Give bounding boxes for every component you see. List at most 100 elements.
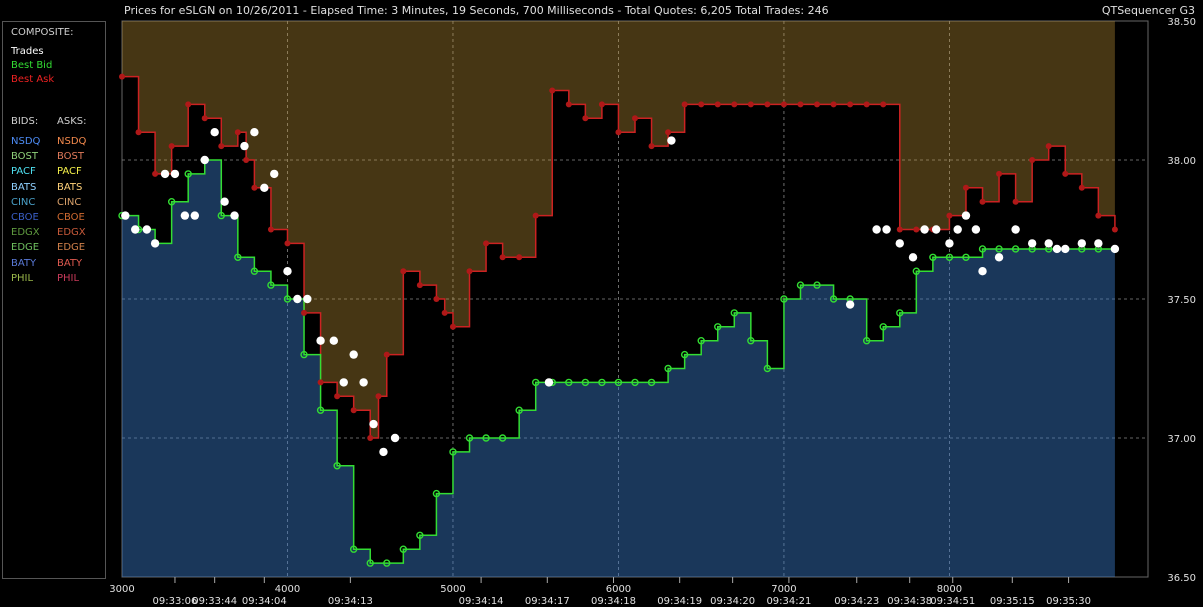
best-ask-point: [400, 268, 407, 275]
x-tick-label: 7000: [771, 584, 796, 595]
trade-point: [270, 169, 279, 179]
y-tick-label: 38.50: [1167, 17, 1196, 28]
trade-point: [180, 211, 190, 220]
best-ask-point: [615, 129, 622, 136]
trade-point: [390, 433, 400, 443]
trade-point: [339, 378, 348, 387]
trade-point: [953, 225, 962, 234]
best-ask-point: [119, 73, 125, 80]
best-ask-point: [863, 101, 870, 108]
best-ask-point: [764, 101, 771, 108]
best-ask-point: [797, 101, 804, 108]
trade-point: [142, 225, 152, 234]
best-ask-point: [301, 309, 308, 316]
time-label: 09:34:51: [930, 596, 975, 607]
trade-point: [200, 155, 209, 165]
best-ask-point: [350, 407, 357, 414]
time-label: 09:33:06: [152, 596, 197, 607]
best-ask-point: [681, 101, 688, 108]
best-ask-point: [830, 101, 837, 108]
best-ask-point: [1062, 170, 1069, 177]
trade-point: [349, 350, 358, 359]
time-label: 09:33:44: [192, 596, 237, 607]
best-ask-point: [441, 309, 448, 316]
time-label: 09:34:14: [459, 596, 504, 607]
time-label: 09:35:30: [1046, 596, 1091, 607]
trade-point: [250, 128, 259, 137]
best-ask-point: [780, 101, 787, 108]
best-ask-point: [375, 393, 382, 400]
trade-point: [1110, 244, 1120, 254]
best-ask-point: [218, 143, 225, 150]
y-tick-label: 37.00: [1167, 434, 1196, 445]
best-ask-point: [731, 101, 738, 108]
trade-point: [971, 225, 981, 234]
time-label: 09:34:23: [834, 596, 879, 607]
trade-point: [544, 378, 554, 387]
trade-point: [1094, 239, 1103, 248]
best-ask-point: [1095, 212, 1102, 219]
trade-point: [260, 183, 269, 192]
best-ask-point: [284, 240, 291, 247]
best-ask-point: [665, 129, 672, 136]
trade-point: [872, 225, 881, 234]
best-ask-point: [168, 143, 175, 150]
best-ask-point: [317, 379, 324, 386]
y-tick-label: 36.50: [1167, 573, 1196, 584]
trade-point: [667, 136, 676, 145]
trade-point: [316, 336, 325, 345]
x-tick-label: 6000: [606, 584, 631, 595]
best-ask-point: [449, 323, 456, 330]
best-ask-point: [814, 101, 821, 108]
trade-point: [190, 211, 200, 220]
trade-point: [210, 128, 219, 137]
y-tick-label: 37.50: [1167, 295, 1196, 306]
x-tick-label: 5000: [440, 584, 465, 595]
best-ask-point: [383, 351, 390, 358]
best-ask-point: [201, 115, 208, 122]
trade-point: [369, 419, 378, 429]
best-ask-point: [979, 198, 986, 205]
trade-point: [961, 211, 971, 220]
trade-point: [908, 253, 918, 262]
best-ask-point: [714, 101, 721, 108]
price-chart: 36.50 37.00 37.50 38.00 38.50 3000 4000 5000 600…: [109, 17, 1196, 607]
best-ask-point: [433, 296, 440, 302]
trade-point: [1011, 225, 1020, 234]
best-ask-point: [1029, 157, 1036, 163]
best-ask-point: [582, 115, 589, 122]
best-ask-point: [152, 170, 159, 177]
time-label: 09:34:20: [710, 596, 755, 607]
trade-point: [882, 225, 891, 234]
best-ask-point: [698, 101, 705, 108]
time-label: 09:34:17: [525, 596, 570, 607]
trade-point: [895, 239, 904, 248]
best-ask-point: [1078, 184, 1085, 191]
best-ask-point: [516, 254, 523, 261]
best-ask-point: [185, 101, 192, 108]
best-ask-point: [1012, 198, 1019, 205]
trade-point: [994, 253, 1004, 262]
best-ask-point: [549, 87, 556, 94]
best-ask-point: [565, 101, 572, 108]
trade-point: [240, 141, 249, 151]
best-ask-point: [243, 157, 250, 163]
best-ask-point: [416, 282, 423, 289]
best-ask-point: [632, 115, 638, 122]
trade-point: [945, 239, 954, 248]
trade-point: [170, 169, 180, 179]
best-ask-point: [251, 184, 258, 191]
best-ask-point: [648, 143, 655, 150]
trade-point: [1077, 239, 1087, 248]
time-label: 09:34:19: [657, 596, 702, 607]
best-ask-point: [996, 170, 1003, 177]
trade-point: [293, 294, 302, 304]
trade-point: [230, 211, 239, 220]
best-ask-point: [946, 212, 953, 219]
trade-point: [121, 211, 130, 220]
best-ask-point: [1045, 143, 1052, 150]
best-ask-point: [962, 184, 969, 191]
best-ask-point: [598, 101, 605, 108]
trade-point: [1044, 239, 1053, 248]
trade-point: [1027, 239, 1037, 248]
